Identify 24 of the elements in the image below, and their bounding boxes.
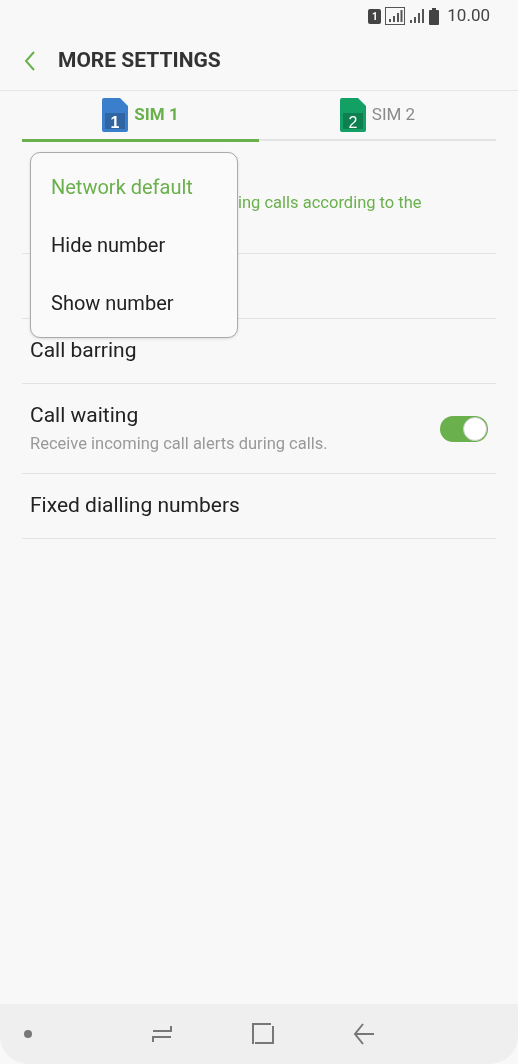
menu-option[interactable]: Show number xyxy=(31,274,237,332)
menu-option[interactable]: Hide number xyxy=(31,216,237,274)
sim-tab[interactable]: 1 SIM 1 xyxy=(22,91,259,142)
dot-icon[interactable] xyxy=(24,1030,32,1038)
setting-description: ing calls according to the xyxy=(238,191,422,214)
sim-tab[interactable]: 2 SIM 2 xyxy=(259,91,496,142)
toggle-switch[interactable] xyxy=(440,415,488,442)
signal-icon xyxy=(409,8,426,24)
time: 10.00 xyxy=(447,4,490,28)
back-icon xyxy=(24,50,36,72)
home-icon[interactable] xyxy=(252,1023,274,1045)
signal-icon xyxy=(385,7,406,25)
back-button[interactable] xyxy=(24,50,36,72)
setting-description: Receive incoming call alerts during calls. xyxy=(30,432,328,455)
back-icon[interactable] xyxy=(353,1023,375,1045)
recent-apps-icon[interactable] xyxy=(151,1025,173,1043)
setting-title: Fixed dialling numbers xyxy=(30,492,240,520)
setting-title: Call barring xyxy=(30,337,137,365)
setting-title: Call waiting xyxy=(30,402,140,430)
battery-icon xyxy=(429,7,440,25)
sim-indicator: 1 xyxy=(368,8,382,24)
sim-card-icon: 1 xyxy=(102,98,129,132)
screen-title: MORE SETTINGS xyxy=(58,47,221,75)
sim-card-icon: 2 xyxy=(339,98,366,132)
